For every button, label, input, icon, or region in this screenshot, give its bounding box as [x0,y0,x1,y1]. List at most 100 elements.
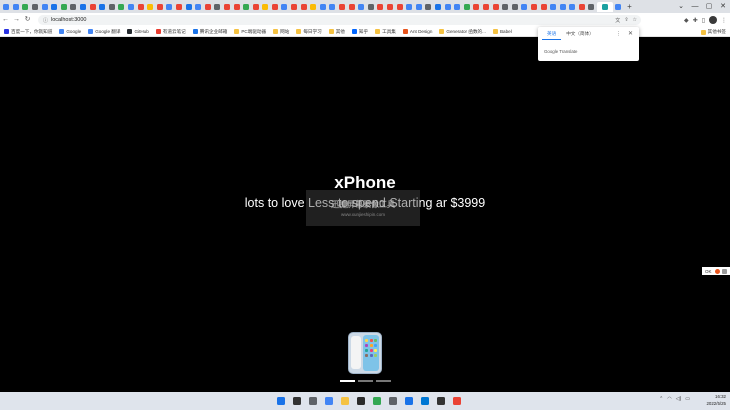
browser-tab[interactable] [21,2,30,12]
browser-tab[interactable] [520,2,529,12]
browser-tab[interactable] [127,2,136,12]
taskbar-start-icon[interactable] [275,395,287,407]
bookmark-item[interactable]: 其他 [328,29,345,35]
bookmark-item[interactable]: 工具集 [375,29,396,35]
bookmark-item[interactable]: Babel [492,29,512,34]
taskbar-search-icon[interactable] [291,395,303,407]
browser-tab[interactable] [367,2,376,12]
browser-tab[interactable] [424,2,433,12]
browser-tab[interactable] [156,2,165,12]
browser-tab[interactable] [453,2,462,12]
taskbar-chrome-icon[interactable] [371,395,383,407]
volume-icon[interactable]: ◁) [676,396,682,402]
minimize-button[interactable]: — [688,0,702,13]
browser-tab[interactable] [60,2,69,12]
browser-tab[interactable] [482,2,491,12]
bookmark-item[interactable]: PC端驱动器 [234,29,266,35]
browser-tab[interactable] [386,2,395,12]
taskbar-widgets-icon[interactable] [323,395,335,407]
browser-tab[interactable] [539,2,548,12]
browser-tab[interactable] [88,2,97,12]
browser-tab[interactable] [98,2,107,12]
battery-icon[interactable]: ▭ [685,396,690,402]
close-icon[interactable]: ✕ [628,30,633,37]
browser-tab[interactable] [232,2,241,12]
taskbar-terminal-icon[interactable] [355,395,367,407]
browser-tab[interactable] [491,2,500,12]
browser-tab[interactable] [299,2,308,12]
browser-tab[interactable] [587,2,596,12]
bookmark-item[interactable]: 每日学习 [296,29,322,35]
avatar[interactable] [709,16,717,24]
browser-tab[interactable] [434,2,443,12]
bookmark-item[interactable]: 百度一下，你就知道 [4,29,52,35]
bookmark-item[interactable]: 知乎 [351,29,368,35]
chevron-up-icon[interactable]: ⌃ [659,396,663,402]
bookmark-item[interactable]: GitHub [127,29,149,34]
browser-tab[interactable] [50,2,59,12]
back-button[interactable]: ← [0,13,11,27]
taskbar-task-view-icon[interactable] [307,395,319,407]
browser-tab[interactable] [415,2,424,12]
browser-tab[interactable] [347,2,356,12]
browser-tab[interactable] [242,2,251,12]
browser-tab[interactable] [40,2,49,12]
tab-search-icon[interactable]: ⌄ [674,0,688,13]
browser-tab[interactable] [31,2,40,12]
bookmark-item[interactable]: 网站 [273,29,289,35]
taskbar-recorder-icon[interactable] [451,395,463,407]
browser-tab[interactable] [280,2,289,12]
browser-tab[interactable] [614,2,623,12]
browser-tab[interactable] [12,2,21,12]
bookmark-star-icon[interactable]: ☆ [633,17,637,23]
browser-tab[interactable] [136,2,145,12]
more-options-icon[interactable]: ⋮ [616,31,621,37]
browser-tab[interactable] [328,2,337,12]
clock[interactable]: 16:32 2022/5/25 [706,394,726,407]
wifi-icon[interactable]: ◠ [667,396,671,402]
browser-tab[interactable] [568,2,577,12]
browser-tab[interactable] [223,2,232,12]
bookmark-item[interactable]: Google 翻译 [88,29,120,35]
carousel-dot[interactable] [340,380,355,382]
browser-tab[interactable] [578,2,587,12]
bookmark-item[interactable]: 腾讯企业邮箱 [192,29,227,35]
browser-tab[interactable] [194,2,203,12]
browser-tab[interactable] [596,1,613,12]
browser-tab[interactable] [338,2,347,12]
browser-tab[interactable] [549,2,558,12]
reload-button[interactable]: ↻ [22,13,33,27]
browser-tab[interactable] [117,2,126,12]
forward-button[interactable]: → [11,13,22,27]
browser-tab[interactable] [357,2,366,12]
extension-icon[interactable]: ◆ [684,17,689,24]
taskbar-app-dark-icon[interactable] [435,395,447,407]
taskbar-app-blue-icon[interactable] [403,395,415,407]
translate-tab-target[interactable]: 中文（简体） [561,31,599,40]
browser-tab[interactable] [251,2,260,12]
browser-tab[interactable] [558,2,567,12]
browser-tab[interactable] [2,2,11,12]
extension-badge-icon[interactable] [714,268,720,274]
browser-tab[interactable] [530,2,539,12]
browser-tab[interactable] [184,2,193,12]
bookmark-item[interactable]: Ant Design [402,29,432,34]
carousel-dot[interactable] [376,380,391,382]
maximize-button[interactable]: ▢ [702,0,716,13]
taskbar-settings-icon[interactable] [387,395,399,407]
browser-tab[interactable] [443,2,452,12]
sidepanel-icon[interactable]: ▯ [702,17,705,24]
browser-tab[interactable] [165,2,174,12]
browser-tab[interactable] [319,2,328,12]
address-bar[interactable]: ⓘ localhost:3000 文 ⇪ ☆ [38,15,641,25]
taskbar-file-explorer-icon[interactable] [339,395,351,407]
info-icon[interactable]: ⓘ [43,17,48,24]
browser-tab[interactable] [395,2,404,12]
browser-tab[interactable] [213,2,222,12]
other-bookmarks[interactable]: 其他书签 [700,27,726,36]
browser-tab[interactable] [271,2,280,12]
browser-tab[interactable] [405,2,414,12]
menu-icon[interactable]: ⋮ [721,17,727,24]
new-tab-button[interactable]: + [626,2,634,11]
bookmark-item[interactable]: 有道云笔记 [155,29,186,35]
